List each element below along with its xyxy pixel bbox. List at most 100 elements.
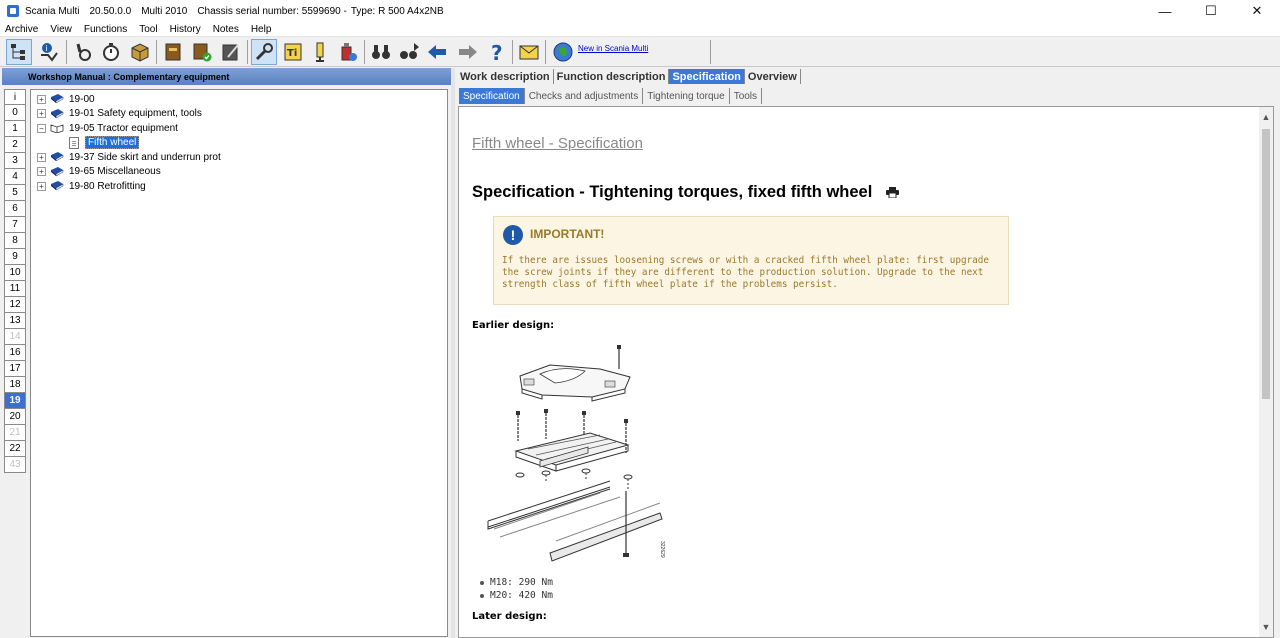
chapter-number[interactable]: 16 (4, 345, 26, 361)
menu-help[interactable]: Help (245, 24, 278, 35)
globe-icon[interactable] (550, 39, 576, 65)
note-text: If there are issues loosening screws or … (502, 255, 989, 290)
chapter-number[interactable]: 9 (4, 249, 26, 265)
document-heading-link[interactable]: Fifth wheel - Specification (472, 135, 643, 152)
chapter-number: 14 (4, 329, 26, 345)
menu-view[interactable]: View (44, 24, 78, 35)
tree-node-label: 19-00 (69, 93, 95, 105)
new-in-scania-multi-link[interactable]: New in Scania Multi (578, 44, 648, 53)
chapter-number[interactable]: 0 (4, 105, 26, 121)
stopwatch-icon[interactable] (98, 39, 124, 65)
tree-node[interactable]: + 19-80 Retrofitting (37, 179, 146, 193)
manual-tree: + 19-00 + 19-01 Safety equipment, tools … (30, 89, 448, 637)
diagnostics-info-icon[interactable]: i (36, 39, 62, 65)
chapter-number[interactable]: 8 (4, 233, 26, 249)
tab-overview[interactable]: Overview (745, 69, 801, 84)
chapter-number[interactable]: 20 (4, 409, 26, 425)
chapter-number[interactable]: i (4, 89, 26, 105)
chapter-number[interactable]: 2 (4, 137, 26, 153)
bottle-check-icon[interactable] (335, 39, 361, 65)
tree-node[interactable]: + 19-01 Safety equipment, tools (37, 107, 202, 121)
closed-book-icon (51, 166, 64, 176)
svg-text:i: i (45, 44, 47, 53)
app-version: 20.50.0.0 (89, 5, 132, 17)
parts-box-icon[interactable] (127, 39, 153, 65)
manual-book-icon[interactable] (160, 39, 186, 65)
scroll-down-icon[interactable]: ▼ (1259, 620, 1273, 634)
menu-notes[interactable]: Notes (207, 24, 245, 35)
chapter-number[interactable]: 10 (4, 265, 26, 281)
tree-node-label: 19-65 Miscellaneous (69, 166, 161, 177)
chapter-number[interactable]: 12 (4, 297, 26, 313)
edit-notes-icon[interactable] (218, 39, 244, 65)
collapse-icon[interactable]: − (37, 123, 46, 133)
title-bar: Scania Multi 20.50.0.0 Multi 2010 Chassi… (0, 0, 1280, 22)
chapter-number-selected[interactable]: 19 (4, 393, 26, 409)
subtab-tools[interactable]: Tools (730, 88, 763, 104)
chapter-number[interactable]: 7 (4, 217, 26, 233)
chapter-number[interactable]: 18 (4, 377, 26, 393)
later-design-label: Later design: (472, 611, 547, 622)
subtab-checks-and-adjustments[interactable]: Checks and adjustments (525, 88, 644, 104)
app-edition: Multi 2010 (141, 5, 188, 17)
close-button[interactable]: ✕ (1234, 0, 1280, 22)
chapter-number[interactable]: 6 (4, 201, 26, 217)
tree-node-label: 19-05 Tractor equipment (69, 122, 178, 134)
expand-icon[interactable]: + (37, 152, 46, 162)
technical-info-icon[interactable]: Ti (280, 39, 306, 65)
chapter-number-column: i 0 1 2 3 4 5 6 7 8 9 10 11 12 13 14 16 … (4, 89, 26, 634)
tree-node-label: 19-37 Side skirt and underrun prot (69, 151, 221, 163)
subtab-specification[interactable]: Specification (459, 88, 525, 104)
minimize-button[interactable]: — (1142, 0, 1188, 22)
wrench-icon[interactable] (251, 39, 277, 65)
main-tabs: Work description Function description Sp… (457, 69, 801, 85)
chapter-number[interactable]: 11 (4, 281, 26, 297)
menu-functions[interactable]: Functions (78, 24, 133, 35)
figure-number: 322629 (659, 541, 665, 558)
open-book-icon (50, 124, 64, 133)
tab-work-description[interactable]: Work description (457, 69, 554, 84)
torque-item: M20: 420 Nm (480, 589, 553, 602)
print-icon[interactable] (886, 187, 900, 198)
tree-node[interactable]: + 19-00 (37, 92, 95, 106)
subtab-tightening-torque[interactable]: Tightening torque (643, 88, 730, 104)
expand-icon[interactable]: + (37, 181, 46, 191)
scroll-up-icon[interactable]: ▲ (1259, 110, 1273, 124)
tree-node-selected[interactable]: Fifth wheel (69, 136, 140, 150)
chapter-number[interactable]: 4 (4, 169, 26, 185)
back-arrow-icon[interactable] (424, 39, 450, 65)
expand-icon[interactable]: + (37, 94, 46, 104)
scroll-thumb[interactable] (1262, 129, 1270, 399)
chapter-number[interactable]: 17 (4, 361, 26, 377)
expand-icon[interactable]: + (37, 109, 46, 118)
tree-node[interactable]: + 19-65 Miscellaneous (37, 165, 161, 179)
find-next-icon[interactable] (396, 39, 422, 65)
forward-arrow-icon[interactable] (455, 39, 481, 65)
chapter-number[interactable]: 1 (4, 121, 26, 137)
chapter-number[interactable]: 3 (4, 153, 26, 169)
tab-specification[interactable]: Specification (669, 69, 745, 84)
measure-tool-icon[interactable] (307, 39, 333, 65)
book-check-icon[interactable] (189, 39, 215, 65)
expand-icon[interactable]: + (37, 167, 46, 176)
help-icon[interactable]: ? (484, 39, 510, 65)
important-note: ! IMPORTANT! If there are issues looseni… (493, 216, 1009, 305)
binoculars-icon[interactable] (368, 39, 394, 65)
chapter-number[interactable]: 22 (4, 441, 26, 457)
chapter-number[interactable]: 13 (4, 313, 26, 329)
tab-function-description[interactable]: Function description (554, 69, 670, 84)
left-pane: Workshop Manual : Complementary equipmen… (2, 68, 451, 638)
maximize-button[interactable]: ☐ (1188, 0, 1234, 22)
menu-history[interactable]: History (164, 24, 207, 35)
vertical-scrollbar[interactable]: ▲ ▼ (1259, 107, 1273, 637)
closed-book-icon (51, 94, 64, 104)
menu-tool[interactable]: Tool (133, 24, 163, 35)
tree-view-icon[interactable] (6, 39, 32, 65)
tree-node-expanded[interactable]: − 19-05 Tractor equipment (37, 121, 178, 135)
tree-node[interactable]: + 19-37 Side skirt and underrun prot (37, 150, 221, 164)
menu-archive[interactable]: Archive (0, 24, 44, 35)
closed-book-icon (51, 108, 64, 118)
wrench-gear-icon[interactable] (70, 39, 96, 65)
chapter-number[interactable]: 5 (4, 185, 26, 201)
mail-icon[interactable] (516, 39, 542, 65)
